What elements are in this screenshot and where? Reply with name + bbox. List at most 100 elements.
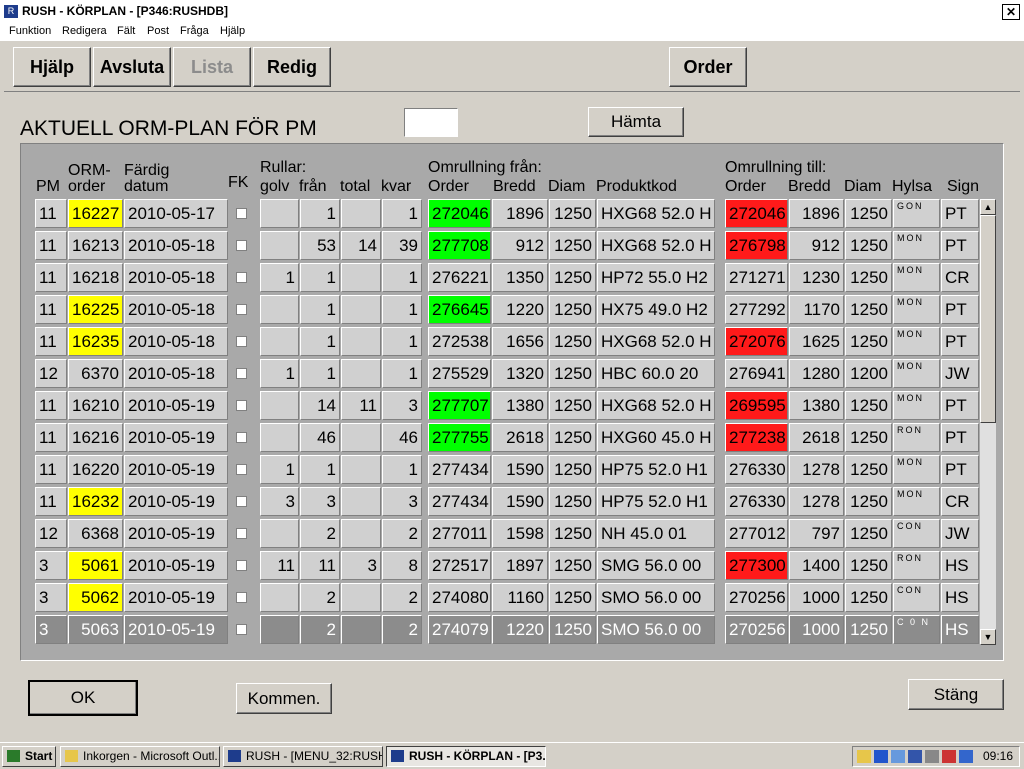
cell-orm[interactable]: 5063 bbox=[68, 615, 123, 644]
menu-falt[interactable]: Fält bbox=[117, 25, 135, 37]
cell-golv[interactable]: 1 bbox=[260, 359, 299, 388]
cell-pm[interactable]: 11 bbox=[35, 327, 67, 356]
cell-fran[interactable]: 46 bbox=[300, 423, 340, 452]
cell-produkt[interactable]: HP72 55.0 H2 bbox=[597, 263, 715, 292]
cell-to-diam[interactable]: 1250 bbox=[845, 487, 892, 516]
cell-date[interactable]: 2010-05-19 bbox=[124, 455, 228, 484]
cell-to-bredd[interactable]: 1625 bbox=[789, 327, 844, 356]
cell-from-order[interactable]: 277434 bbox=[428, 487, 491, 516]
cell-from-diam[interactable]: 1250 bbox=[549, 519, 596, 548]
cell-kvar[interactable]: 1 bbox=[382, 455, 422, 484]
task-outlook[interactable]: Inkorgen - Microsoft Outl... bbox=[60, 746, 220, 767]
cell-kvar[interactable]: 1 bbox=[382, 295, 422, 324]
cell-from-order[interactable]: 277708 bbox=[428, 231, 491, 260]
cell-from-order[interactable]: 274080 bbox=[428, 583, 491, 612]
task-rush-korplan[interactable]: RUSH - KÖRPLAN - [P3... bbox=[386, 746, 546, 767]
cell-total[interactable] bbox=[341, 359, 381, 388]
cell-pm[interactable]: 11 bbox=[35, 391, 67, 420]
cell-date[interactable]: 2010-05-18 bbox=[124, 359, 228, 388]
cell-produkt[interactable]: HXG68 52.0 H bbox=[597, 231, 715, 260]
cell-kvar[interactable]: 3 bbox=[382, 487, 422, 516]
cell-from-diam[interactable]: 1250 bbox=[549, 359, 596, 388]
cell-from-order[interactable]: 277434 bbox=[428, 455, 491, 484]
fk-checkbox[interactable] bbox=[236, 432, 247, 443]
cell-to-diam[interactable]: 1250 bbox=[845, 551, 892, 580]
cell-produkt[interactable]: HP75 52.0 H1 bbox=[597, 455, 715, 484]
cell-fran[interactable]: 1 bbox=[300, 359, 340, 388]
cell-fran[interactable]: 1 bbox=[300, 455, 340, 484]
cell-date[interactable]: 2010-05-19 bbox=[124, 391, 228, 420]
cell-golv[interactable] bbox=[260, 231, 299, 260]
cell-pm[interactable]: 11 bbox=[35, 487, 67, 516]
cell-from-diam[interactable]: 1250 bbox=[549, 391, 596, 420]
cell-to-bredd[interactable]: 1400 bbox=[789, 551, 844, 580]
cell-golv[interactable] bbox=[260, 295, 299, 324]
fk-checkbox[interactable] bbox=[236, 272, 247, 283]
cell-to-diam[interactable]: 1250 bbox=[845, 391, 892, 420]
cell-kvar[interactable]: 39 bbox=[382, 231, 422, 260]
cell-golv[interactable]: 3 bbox=[260, 487, 299, 516]
cell-fran[interactable]: 53 bbox=[300, 231, 340, 260]
fk-checkbox[interactable] bbox=[236, 496, 247, 507]
cell-to-bredd[interactable]: 1380 bbox=[789, 391, 844, 420]
cell-produkt[interactable]: SMO 56.0 00 bbox=[597, 583, 715, 612]
cell-pm[interactable]: 3 bbox=[35, 583, 67, 612]
cell-pm[interactable]: 11 bbox=[35, 295, 67, 324]
cell-from-bredd[interactable]: 1320 bbox=[492, 359, 548, 388]
cell-pm[interactable]: 11 bbox=[35, 263, 67, 292]
cell-from-diam[interactable]: 1250 bbox=[549, 487, 596, 516]
cell-from-bredd[interactable]: 1220 bbox=[492, 295, 548, 324]
close-window-button[interactable]: ✕ bbox=[1002, 4, 1020, 20]
cell-to-bredd[interactable]: 1280 bbox=[789, 359, 844, 388]
cell-sign[interactable]: PT bbox=[941, 231, 979, 260]
fk-checkbox[interactable] bbox=[236, 304, 247, 315]
cell-date[interactable]: 2010-05-19 bbox=[124, 583, 228, 612]
menu-fraga[interactable]: Fråga bbox=[180, 25, 209, 37]
fk-checkbox[interactable] bbox=[236, 560, 247, 571]
cell-hylsa[interactable]: CON bbox=[893, 583, 940, 612]
cell-from-bredd[interactable]: 1380 bbox=[492, 391, 548, 420]
cell-hylsa[interactable]: MON bbox=[893, 487, 940, 516]
cell-orm[interactable]: 16232 bbox=[68, 487, 123, 516]
cell-hylsa[interactable]: MON bbox=[893, 263, 940, 292]
cell-from-bredd[interactable]: 1896 bbox=[492, 199, 548, 228]
cell-to-diam[interactable]: 1250 bbox=[845, 199, 892, 228]
cell-produkt[interactable]: NH 45.0 01 bbox=[597, 519, 715, 548]
scroll-thumb[interactable] bbox=[980, 215, 996, 423]
fk-checkbox[interactable] bbox=[236, 592, 247, 603]
cell-kvar[interactable]: 1 bbox=[382, 199, 422, 228]
cell-to-diam[interactable]: 1200 bbox=[845, 359, 892, 388]
cell-produkt[interactable]: HP75 52.0 H1 bbox=[597, 487, 715, 516]
cell-fran[interactable]: 1 bbox=[300, 199, 340, 228]
cell-golv[interactable] bbox=[260, 199, 299, 228]
cell-to-bredd[interactable]: 2618 bbox=[789, 423, 844, 452]
cell-kvar[interactable]: 2 bbox=[382, 583, 422, 612]
fk-checkbox[interactable] bbox=[236, 368, 247, 379]
fk-checkbox[interactable] bbox=[236, 624, 247, 635]
cell-produkt[interactable]: HXG60 45.0 H bbox=[597, 423, 715, 452]
cell-sign[interactable]: PT bbox=[941, 327, 979, 356]
cell-golv[interactable] bbox=[260, 327, 299, 356]
cell-sign[interactable]: CR bbox=[941, 263, 979, 292]
cell-golv[interactable] bbox=[260, 583, 299, 612]
menu-hjalp[interactable]: Hjälp bbox=[220, 25, 245, 37]
cell-produkt[interactable]: HBC 60.0 20 bbox=[597, 359, 715, 388]
cell-date[interactable]: 2010-05-19 bbox=[124, 615, 228, 644]
cell-total[interactable] bbox=[341, 327, 381, 356]
cell-total[interactable]: 3 bbox=[341, 551, 381, 580]
cell-kvar[interactable]: 1 bbox=[382, 327, 422, 356]
cell-sign[interactable]: PT bbox=[941, 455, 979, 484]
cell-hylsa[interactable]: CON bbox=[893, 519, 940, 548]
cell-to-order[interactable]: 276798 bbox=[725, 231, 788, 260]
fk-checkbox[interactable] bbox=[236, 400, 247, 411]
cell-hylsa[interactable]: RON bbox=[893, 423, 940, 452]
table-scrollbar[interactable]: ▲ ▼ bbox=[980, 199, 996, 645]
cell-golv[interactable]: 1 bbox=[260, 455, 299, 484]
cell-to-order[interactable]: 271271 bbox=[725, 263, 788, 292]
tray-alert-icon[interactable] bbox=[942, 750, 956, 763]
cell-from-order[interactable]: 277707 bbox=[428, 391, 491, 420]
task-rush-menu[interactable]: RUSH - [MENU_32:RUSH... bbox=[223, 746, 383, 767]
cell-hylsa[interactable]: RON bbox=[893, 551, 940, 580]
cell-kvar[interactable]: 3 bbox=[382, 391, 422, 420]
cell-to-order[interactable]: 272046 bbox=[725, 199, 788, 228]
